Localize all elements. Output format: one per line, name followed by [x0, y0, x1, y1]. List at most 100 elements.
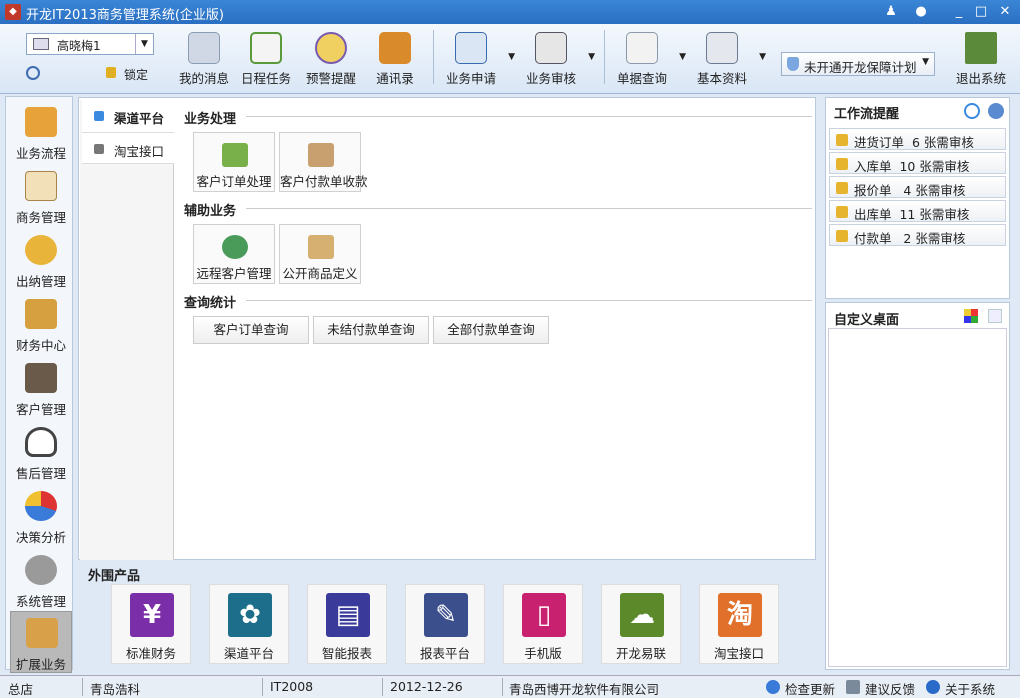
address-book-icon — [379, 32, 411, 64]
feedback-icon — [846, 680, 860, 694]
feedback-button[interactable]: 建议反馈 — [865, 679, 915, 698]
goods-definition-card[interactable]: 公开商品定义 — [279, 224, 361, 284]
status-bar: 总店 青岛浩科 IT2008 2012-12-26 青岛西博开龙软件有限公司 检… — [0, 675, 1020, 698]
status-date: 2012-12-26 — [390, 679, 463, 694]
workflow-item[interactable]: 进货订单 6 张需审核 — [829, 128, 1006, 150]
key-icon — [836, 158, 848, 170]
shield-icon — [787, 57, 799, 71]
nav-extensions[interactable]: 扩展业务 — [10, 611, 72, 673]
protection-plan-select[interactable]: 未开通开龙保障计划 ▼ — [781, 52, 935, 76]
user-name: 高晓梅1 — [57, 39, 101, 53]
section-title-query: 查询统计 — [184, 296, 237, 311]
workflow-item[interactable]: 报价单 4 张需审核 — [829, 176, 1006, 198]
alarm-clock-icon — [315, 32, 347, 64]
tab-channel-platform[interactable]: 渠道平台 — [82, 100, 174, 132]
customer-order-query-button[interactable]: 客户订单查询 — [193, 316, 309, 344]
box-icon — [26, 618, 58, 648]
workflow-item[interactable]: 付款单 2 张需审核 — [829, 224, 1006, 246]
chevron-down-icon[interactable]: ▼ — [679, 52, 686, 62]
message-envelope-icon — [188, 32, 220, 64]
lock-button[interactable]: 锁定 — [124, 66, 148, 83]
alert-reminder-button[interactable]: 预警提醒 — [297, 30, 365, 90]
business-review-button[interactable]: 业务审核 ▼ — [517, 30, 595, 90]
nav-decision-analysis[interactable]: 决策分析 — [10, 485, 72, 547]
ext-standard-finance[interactable]: ¥ 标准财务 — [111, 584, 191, 664]
nav-commerce[interactable]: 商务管理 — [10, 165, 72, 227]
save-disk-icon[interactable] — [988, 309, 1002, 323]
minimize-button[interactable]: _ — [948, 2, 970, 22]
customer-order-card[interactable]: 客户订单处理 — [193, 132, 275, 192]
ext-mobile[interactable]: ▯ 手机版 — [503, 584, 583, 664]
toolbar-separator — [433, 30, 434, 84]
yen-icon: ¥ — [130, 593, 174, 637]
nav-customers[interactable]: 客户管理 — [10, 357, 72, 419]
refresh-icon[interactable] — [964, 103, 980, 119]
chevron-down-icon[interactable]: ▼ — [588, 52, 595, 62]
about-button[interactable]: 关于系统 — [945, 679, 995, 698]
toolbar-separator — [604, 30, 605, 84]
user-select[interactable]: 高晓梅1 ▼ — [26, 33, 154, 55]
exit-system-button[interactable]: 退出系统 — [947, 30, 1015, 90]
document-search-icon — [626, 32, 658, 64]
nav-after-sales[interactable]: 售后管理 — [10, 421, 72, 483]
channel-clover-icon: ✿ — [228, 593, 272, 637]
workflow-item[interactable]: 入库单 10 张需审核 — [829, 152, 1006, 174]
ext-channel-platform[interactable]: ✿ 渠道平台 — [209, 584, 289, 664]
schedule-tasks-button[interactable]: 日程任务 — [232, 30, 300, 90]
notebook-search-icon — [706, 32, 738, 64]
cashier-coins-icon — [25, 235, 57, 265]
goods-definition-icon — [308, 235, 334, 259]
payment-receipt-card[interactable]: 客户付款单收款 — [279, 132, 368, 192]
calendar-icon — [250, 32, 282, 64]
chevron-down-icon[interactable]: ▼ — [508, 52, 515, 62]
update-check-icon — [766, 680, 780, 694]
nav-finance[interactable]: 财务中心 — [10, 293, 72, 355]
mobile-phone-icon: ▯ — [522, 593, 566, 637]
ext-smart-report[interactable]: ▤ 智能报表 — [307, 584, 387, 664]
chevron-down-icon[interactable]: ▼ — [759, 52, 766, 62]
chat-icon[interactable]: ● — [910, 2, 932, 22]
truck-icon — [25, 107, 57, 137]
document-query-button[interactable]: 单据查询 ▼ — [608, 30, 686, 90]
all-payment-query-button[interactable]: 全部付款单查询 — [433, 316, 549, 344]
divider — [246, 300, 812, 301]
info-icon — [926, 680, 940, 694]
lock-icon[interactable] — [106, 67, 116, 78]
close-button[interactable]: ✕ — [994, 2, 1016, 22]
plan-label: 未开通开龙保障计划 — [804, 60, 917, 75]
skin-icon[interactable]: ♟ — [880, 2, 902, 22]
widgets-grid-icon[interactable] — [964, 309, 978, 323]
chevron-down-icon[interactable]: ▼ — [922, 57, 929, 67]
status-separator — [502, 678, 503, 696]
basic-data-button[interactable]: 基本资料 ▼ — [688, 30, 766, 90]
chevron-down-icon[interactable]: ▼ — [135, 34, 153, 54]
maximize-button[interactable]: □ — [970, 2, 992, 22]
key-icon — [836, 230, 848, 242]
remote-customer-card[interactable]: 远程客户管理 — [193, 224, 275, 284]
nav-cashier[interactable]: 出纳管理 — [10, 229, 72, 291]
ext-report-platform[interactable]: ✎ 报表平台 — [405, 584, 485, 664]
presentation-board-icon: ▤ — [326, 593, 370, 637]
workflow-title: 工作流提醒 — [834, 107, 900, 122]
address-book-button[interactable]: 通讯录 — [361, 30, 429, 90]
my-messages-button[interactable]: 我的消息 — [170, 30, 238, 90]
org-chart-icon — [455, 32, 487, 64]
settings-gear-icon[interactable] — [988, 103, 1004, 119]
key-icon — [836, 182, 848, 194]
nav-system[interactable]: 系统管理 — [10, 549, 72, 611]
business-apply-button[interactable]: 业务申请 ▼ — [437, 30, 515, 90]
unsettled-payment-query-button[interactable]: 未结付款单查询 — [313, 316, 429, 344]
exit-door-icon — [965, 32, 997, 64]
workflow-item[interactable]: 出库单 11 张需审核 — [829, 200, 1006, 222]
clock-icon[interactable] — [26, 66, 40, 80]
remote-customer-icon — [222, 235, 248, 259]
pie-chart-icon — [25, 491, 57, 521]
scales-icon — [25, 299, 57, 329]
customer-order-icon — [222, 143, 248, 167]
ext-kailong-connect[interactable]: ☁ 开龙易联 — [601, 584, 681, 664]
ext-taobao[interactable]: 淘 淘宝接口 — [699, 584, 779, 664]
tab-taobao-interface[interactable]: 淘宝接口 — [82, 132, 174, 164]
status-separator — [382, 678, 383, 696]
nav-business-flow[interactable]: 业务流程 — [10, 101, 72, 163]
check-update-button[interactable]: 检查更新 — [785, 679, 835, 698]
